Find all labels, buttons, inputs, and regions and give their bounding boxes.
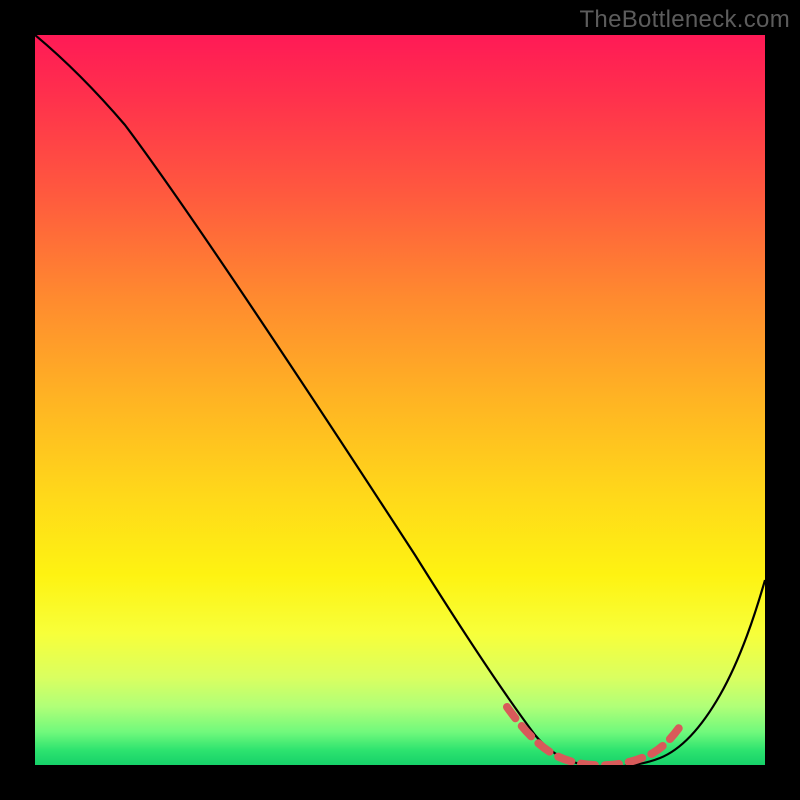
plot-area xyxy=(35,35,765,765)
chart-frame: TheBottleneck.com xyxy=(0,0,800,800)
watermark-text: TheBottleneck.com xyxy=(579,6,790,34)
bottleneck-curve xyxy=(35,35,765,765)
recommended-range-marker xyxy=(507,707,681,765)
curve-path xyxy=(35,35,765,765)
